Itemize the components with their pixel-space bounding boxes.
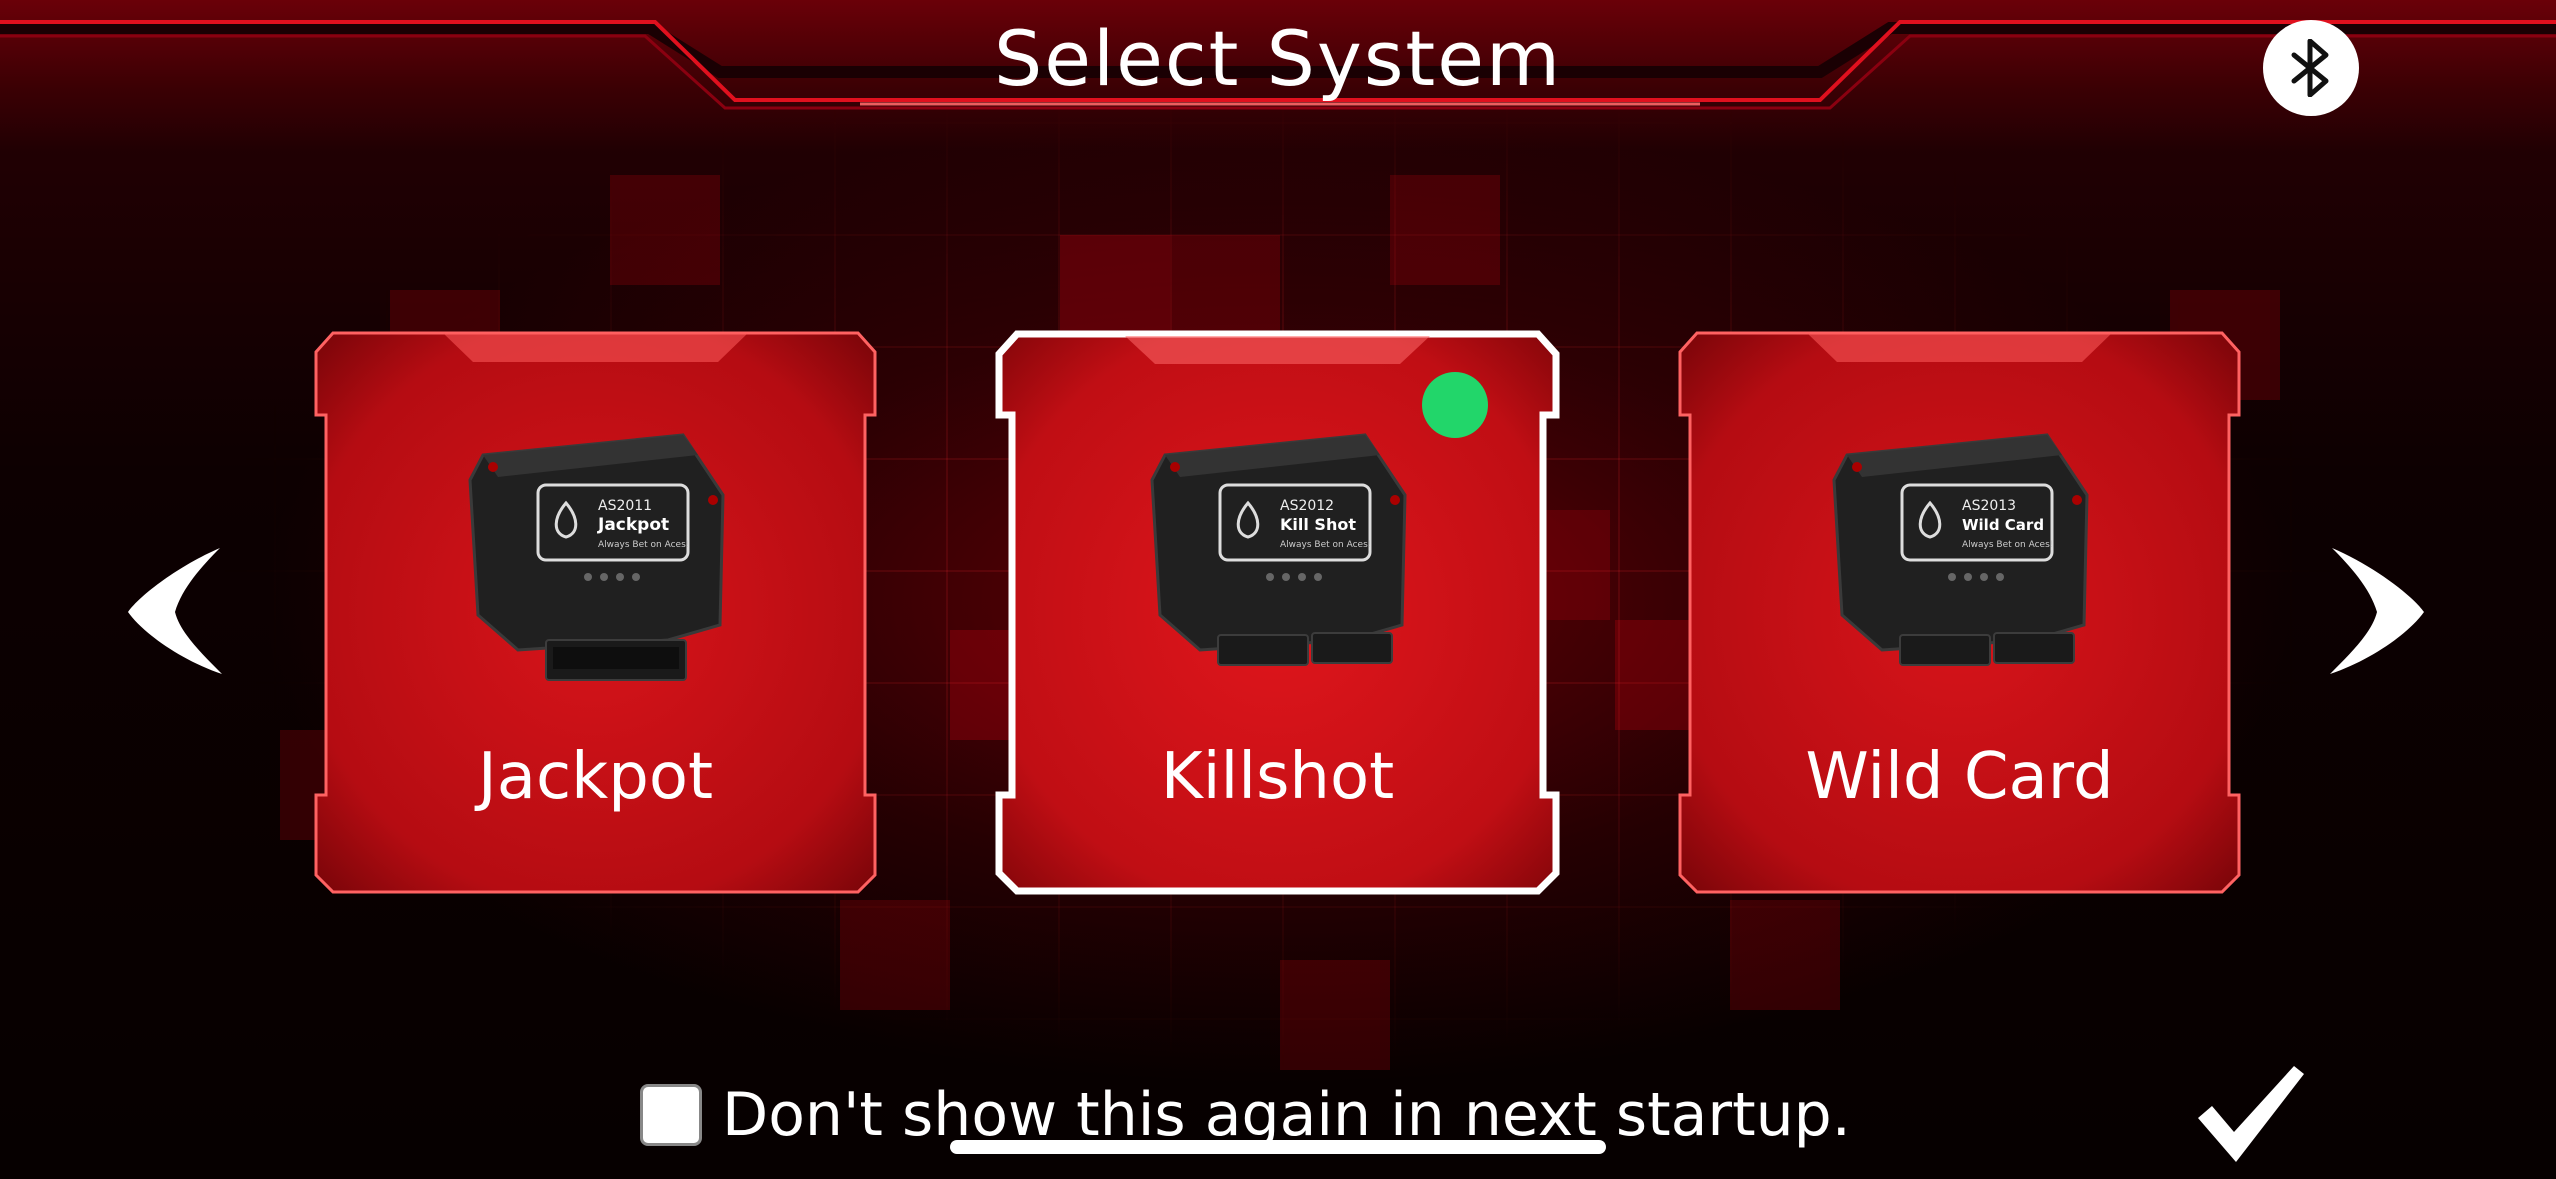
ecu-device-image: AS2013 Wild Card Always Bet on Aces! bbox=[1832, 433, 2089, 666]
svg-text:Always Bet on Aces!: Always Bet on Aces! bbox=[1962, 540, 2053, 550]
system-card-wild-card[interactable]: AS2013 Wild Card Always Bet on Aces! Wil… bbox=[1677, 330, 2242, 895]
system-label: Wild Card bbox=[1805, 740, 2114, 814]
svg-text:AS2013: AS2013 bbox=[1962, 498, 2016, 514]
svg-text:Always Bet on Aces!: Always Bet on Aces! bbox=[1280, 540, 1371, 550]
system-card-jackpot[interactable]: AS2011 Jackpot Always Bet on Aces! Jackp… bbox=[313, 330, 878, 895]
confirm-button[interactable] bbox=[2190, 1060, 2310, 1170]
bluetooth-icon bbox=[2291, 39, 2329, 97]
svg-text:Wild Card: Wild Card bbox=[1962, 516, 2044, 534]
previous-arrow-button[interactable] bbox=[120, 540, 230, 680]
system-card-killshot[interactable]: AS2012 Kill Shot Always Bet on Aces! Kil… bbox=[995, 330, 1560, 895]
select-system-screen: Select System AS2011 Jackpot Always Bet … bbox=[0, 0, 2556, 1179]
next-arrow-button[interactable] bbox=[2322, 540, 2432, 680]
checkmark-icon bbox=[2198, 1066, 2304, 1162]
system-label: Killshot bbox=[1160, 740, 1395, 814]
svg-text:Always Bet on Aces!: Always Bet on Aces! bbox=[598, 540, 689, 550]
page-title: Select System bbox=[993, 14, 1563, 103]
system-label: Jackpot bbox=[477, 740, 714, 814]
ecu-device-image: AS2011 Jackpot Always Bet on Aces! bbox=[468, 433, 725, 681]
svg-text:Jackpot: Jackpot bbox=[597, 515, 669, 535]
chevron-left-icon bbox=[128, 548, 222, 674]
svg-text:Kill Shot: Kill Shot bbox=[1280, 515, 1356, 534]
home-indicator[interactable] bbox=[950, 1140, 1606, 1154]
svg-text:AS2012: AS2012 bbox=[1280, 498, 1334, 514]
dont-show-again-checkbox[interactable] bbox=[640, 1084, 702, 1146]
chevron-right-icon bbox=[2330, 548, 2424, 674]
ecu-device-image: AS2012 Kill Shot Always Bet on Aces! bbox=[1150, 433, 1407, 666]
svg-text:AS2011: AS2011 bbox=[598, 498, 652, 514]
connected-status-dot bbox=[1422, 372, 1488, 438]
bluetooth-button[interactable] bbox=[2263, 20, 2359, 116]
